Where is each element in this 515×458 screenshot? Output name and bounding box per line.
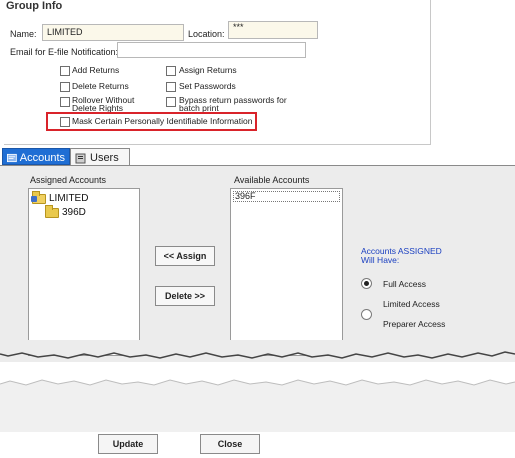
available-accounts-label: Available Accounts [234,175,310,185]
folder-icon [45,204,59,218]
location-label: Location: [188,29,225,39]
full-access-label: Full Access [383,279,426,289]
tab-accounts-label: Accounts [19,151,65,164]
email-label: Email for E-file Notification: [10,47,119,57]
name-field[interactable]: LIMITED [42,24,184,41]
delete-returns-label: Delete Returns [72,81,129,91]
mask-pii-checkbox[interactable] [60,117,70,127]
assign-button[interactable]: << Assign [155,246,215,266]
tree-child-label: 396D [62,207,86,218]
available-accounts-list[interactable]: 396F [230,188,343,356]
access-title-line2: Will Have: [361,255,400,265]
torn-edge-upper [0,340,515,359]
tab-users[interactable]: Users [70,148,130,165]
assign-returns-checkbox[interactable] [166,66,176,76]
folder-icon [31,190,46,204]
email-field[interactable] [117,42,306,58]
torn-edge-lower [0,379,515,432]
users-icon [75,153,86,163]
list-item[interactable]: 396F [233,191,340,202]
set-passwords-label: Set Passwords [179,81,236,91]
limited-access-radio[interactable] [361,309,372,320]
location-field[interactable]: *** [228,21,318,39]
add-returns-label: Add Returns [72,65,120,75]
rollover-checkbox[interactable] [60,97,70,107]
full-access-radio[interactable] [361,278,372,289]
bypass-passwords-checkbox[interactable] [166,97,176,107]
limited-access-label: Limited Access [383,299,440,309]
set-passwords-checkbox[interactable] [166,82,176,92]
tree-item-child[interactable]: 396D [45,204,86,218]
close-button[interactable]: Close [200,434,260,454]
delete-returns-checkbox[interactable] [60,82,70,92]
mask-pii-label: Mask Certain Personally Identifiable Inf… [72,116,253,126]
tab-users-label: Users [90,152,119,164]
name-label: Name: [10,29,37,39]
assigned-accounts-label: Assigned Accounts [30,175,107,185]
assign-returns-label: Assign Returns [179,65,237,75]
tree-item-root[interactable]: LIMITED [31,190,89,204]
preparer-access-label: Preparer Access [383,319,446,329]
update-button[interactable]: Update [98,434,158,454]
add-returns-checkbox[interactable] [60,66,70,76]
delete-button[interactable]: Delete >> [155,286,215,306]
accounts-icon [7,153,17,162]
assigned-accounts-tree[interactable]: LIMITED 396D [28,188,140,356]
tree-root-label: LIMITED [49,193,89,204]
group-info-title: Group Info [6,0,63,12]
tab-accounts[interactable]: Accounts [2,148,70,165]
